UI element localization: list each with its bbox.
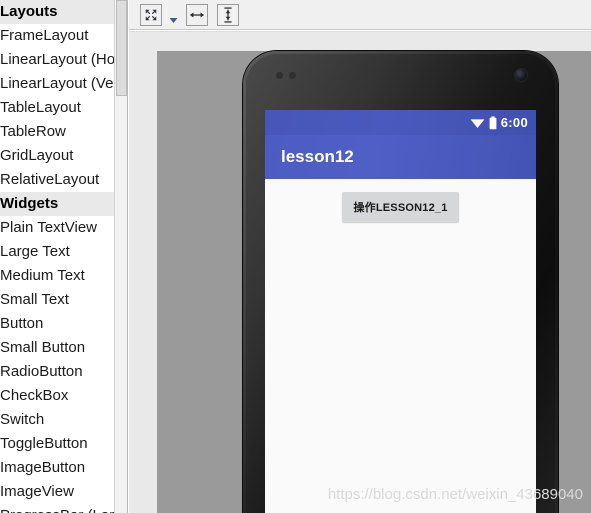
arrows-horizontal-icon (189, 12, 205, 18)
device-screen[interactable]: 6:00 lesson12 操作LESSON12_1 (265, 110, 536, 513)
palette-item[interactable]: Button (0, 312, 127, 336)
palette-scrollbar-thumb[interactable] (116, 0, 127, 96)
palette-item[interactable]: ImageView (0, 480, 127, 504)
app-window: LayoutsFrameLayoutLinearLayout (Horizont… (0, 0, 591, 513)
palette-item[interactable]: ToggleButton (0, 432, 127, 456)
zoom-dropdown-button[interactable] (169, 11, 178, 23)
device-frame: 6:00 lesson12 操作LESSON12_1 (243, 51, 558, 513)
fit-width-button[interactable] (186, 4, 208, 26)
palette-list[interactable]: LayoutsFrameLayoutLinearLayout (Horizont… (0, 0, 127, 513)
status-bar-time: 6:00 (500, 115, 528, 130)
palette-panel[interactable]: LayoutsFrameLayoutLinearLayout (Horizont… (0, 0, 128, 513)
palette-item[interactable]: RadioButton (0, 360, 127, 384)
palette-item[interactable]: CheckBox (0, 384, 127, 408)
fit-height-button[interactable] (217, 4, 239, 26)
palette-item[interactable]: TableRow (0, 120, 127, 144)
palette-item[interactable]: TableLayout (0, 96, 127, 120)
battery-icon (489, 115, 497, 129)
palette-item[interactable]: ProgressBar (Large) (0, 504, 127, 513)
fit-screen-icon (145, 9, 157, 21)
palette-item[interactable]: Small Button (0, 336, 127, 360)
palette-item[interactable]: Plain TextView (0, 216, 127, 240)
palette-item[interactable]: LinearLayout (Horizontal) (0, 48, 127, 72)
arrows-vertical-icon (224, 7, 232, 23)
app-content-area[interactable]: 操作LESSON12_1 (265, 179, 536, 513)
device-surface[interactable]: 6:00 lesson12 操作LESSON12_1 (157, 51, 591, 513)
palette-item[interactable]: FrameLayout (0, 24, 127, 48)
palette-group-header-layouts[interactable]: Layouts (0, 0, 127, 24)
design-editor: 6:00 lesson12 操作LESSON12_1 https://blog.… (129, 0, 591, 513)
palette-item[interactable]: RelativeLayout (0, 168, 127, 192)
palette-item[interactable]: Large Text (0, 240, 127, 264)
status-bar: 6:00 (265, 110, 536, 135)
palette-item[interactable]: GridLayout (0, 144, 127, 168)
front-camera-icon (515, 69, 527, 81)
app-bar: lesson12 (265, 135, 536, 179)
zoom-to-fit-button[interactable] (140, 4, 162, 26)
palette-item[interactable]: Small Text (0, 288, 127, 312)
palette-item[interactable]: Medium Text (0, 264, 127, 288)
design-toolbar (129, 0, 591, 30)
design-canvas[interactable]: 6:00 lesson12 操作LESSON12_1 (129, 31, 591, 513)
device-bezel: 6:00 lesson12 操作LESSON12_1 (246, 54, 555, 513)
app-bar-title: lesson12 (281, 147, 354, 166)
palette-item[interactable]: LinearLayout (Vertical) (0, 72, 127, 96)
palette-item[interactable]: Switch (0, 408, 127, 432)
lesson-action-button[interactable]: 操作LESSON12_1 (342, 192, 459, 222)
palette-scrollbar-track[interactable] (114, 0, 127, 513)
wifi-icon (470, 118, 485, 128)
light-sensor-icon (289, 72, 296, 79)
palette-group-header-widgets[interactable]: Widgets (0, 192, 127, 216)
palette-item[interactable]: ImageButton (0, 456, 127, 480)
chevron-down-icon (169, 18, 178, 23)
proximity-sensor-icon (276, 72, 283, 79)
